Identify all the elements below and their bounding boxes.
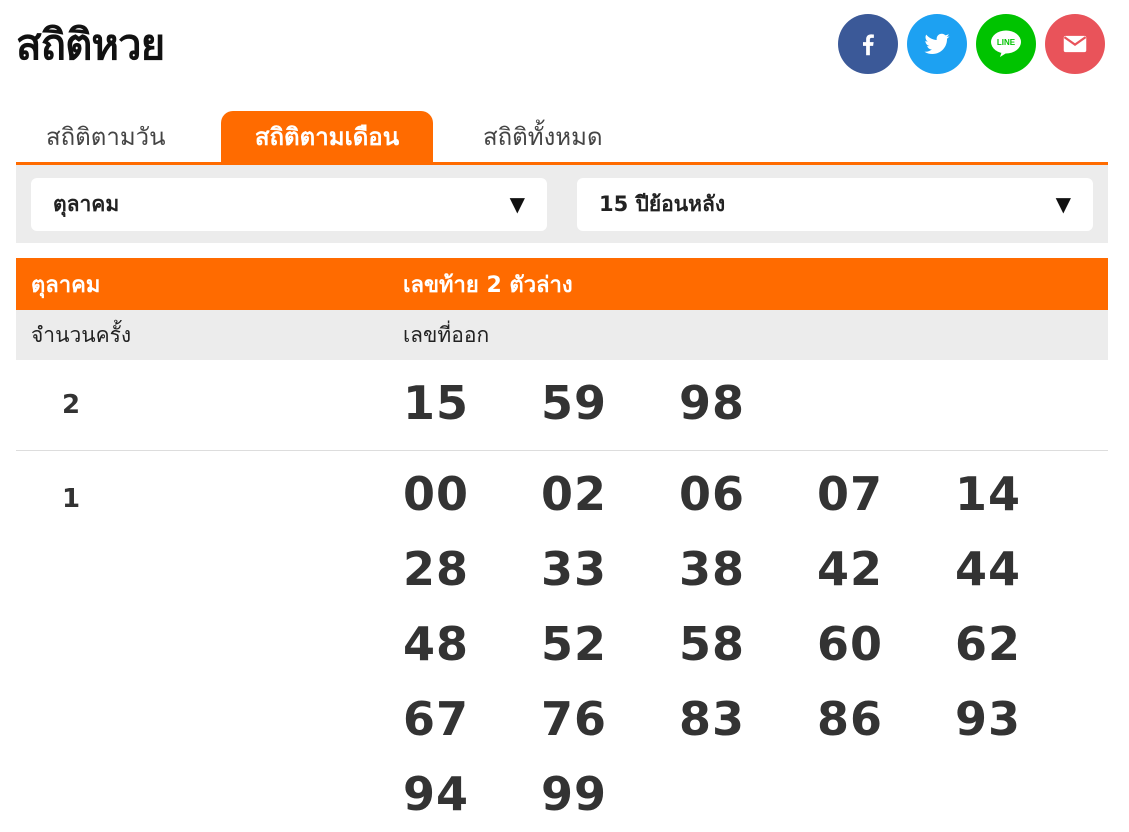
range-select-value: 15 ปีย้อนหลัง [599, 191, 726, 216]
table-subheader: จำนวนครั้ง เลขที่ออก [16, 310, 1108, 360]
lottery-number: 99 [541, 767, 608, 821]
chevron-down-icon: ▼ [1055, 192, 1071, 216]
range-select[interactable]: 15 ปีย้อนหลัง ▼ [577, 177, 1093, 231]
lottery-number: 48 [403, 617, 470, 671]
row-count: 2 [62, 390, 81, 420]
lottery-number: 15 [403, 376, 470, 430]
header-month: ตุลาคม [31, 272, 101, 298]
twitter-icon [924, 33, 950, 54]
lottery-number: 98 [679, 376, 746, 430]
lottery-number: 94 [403, 767, 470, 821]
lottery-number: 07 [817, 467, 884, 521]
facebook-icon [863, 34, 874, 56]
line-icon: LINE [991, 30, 1021, 57]
twitter-share-button[interactable] [907, 14, 967, 74]
lottery-number: 38 [679, 542, 746, 596]
subheader-count: จำนวนครั้ง [31, 322, 132, 347]
lottery-number: 86 [817, 692, 884, 746]
lottery-number: 02 [541, 467, 608, 521]
page-title: สถิติหวย [16, 20, 165, 69]
row-numbers: 15 59 98 [403, 360, 1108, 450]
line-icon-label: LINE [997, 38, 1016, 47]
subheader-numbers: เลขที่ออก [403, 322, 490, 347]
header-type: เลขท้าย 2 ตัวล่าง [403, 272, 573, 298]
mail-icon [1063, 35, 1087, 53]
month-select[interactable]: ตุลาคม ▼ [31, 177, 547, 231]
lottery-number: 00 [403, 467, 470, 521]
month-select-value: ตุลาคม [53, 191, 120, 216]
lottery-number: 59 [541, 376, 608, 430]
share-bar: LINE [838, 14, 1105, 74]
facebook-share-button[interactable] [838, 14, 898, 74]
line-share-button[interactable]: LINE [976, 14, 1036, 74]
lottery-number: 58 [679, 617, 746, 671]
lottery-number: 28 [403, 542, 470, 596]
tab-all[interactable]: สถิติทั้งหมด [433, 111, 621, 162]
lottery-number: 33 [541, 542, 608, 596]
lottery-number: 06 [679, 467, 746, 521]
email-share-button[interactable] [1045, 14, 1105, 74]
lottery-number: 42 [817, 542, 884, 596]
lottery-number: 60 [817, 617, 884, 671]
stats-table-body: 2 15 59 98 1 00 02 06 07 14 28 33 38 42 … [16, 360, 1108, 832]
table-row: 1 00 02 06 07 14 28 33 38 42 44 48 52 58… [16, 451, 1108, 832]
filter-bar: ตุลาคม ▼ 15 ปีย้อนหลัง ▼ [16, 165, 1108, 243]
table-row: 2 15 59 98 [16, 360, 1108, 451]
lottery-number: 52 [541, 617, 608, 671]
lottery-number: 67 [403, 692, 470, 746]
row-count: 1 [62, 484, 81, 514]
lottery-number: 93 [955, 692, 1022, 746]
lottery-number: 14 [955, 467, 1022, 521]
chevron-down-icon: ▼ [509, 192, 525, 216]
lottery-number: 62 [955, 617, 1022, 671]
tab-by-day[interactable]: สถิติตามวัน [16, 111, 221, 162]
lottery-number: 44 [955, 542, 1022, 596]
table-header: ตุลาคม เลขท้าย 2 ตัวล่าง [16, 258, 1108, 310]
lottery-number: 83 [679, 692, 746, 746]
row-numbers: 00 02 06 07 14 28 33 38 42 44 48 52 58 6… [403, 451, 1108, 832]
stats-tabs: สถิติตามวัน สถิติตามเดือน สถิติทั้งหมด [16, 111, 1108, 165]
lottery-number: 76 [541, 692, 608, 746]
tab-by-month[interactable]: สถิติตามเดือน [221, 111, 433, 162]
